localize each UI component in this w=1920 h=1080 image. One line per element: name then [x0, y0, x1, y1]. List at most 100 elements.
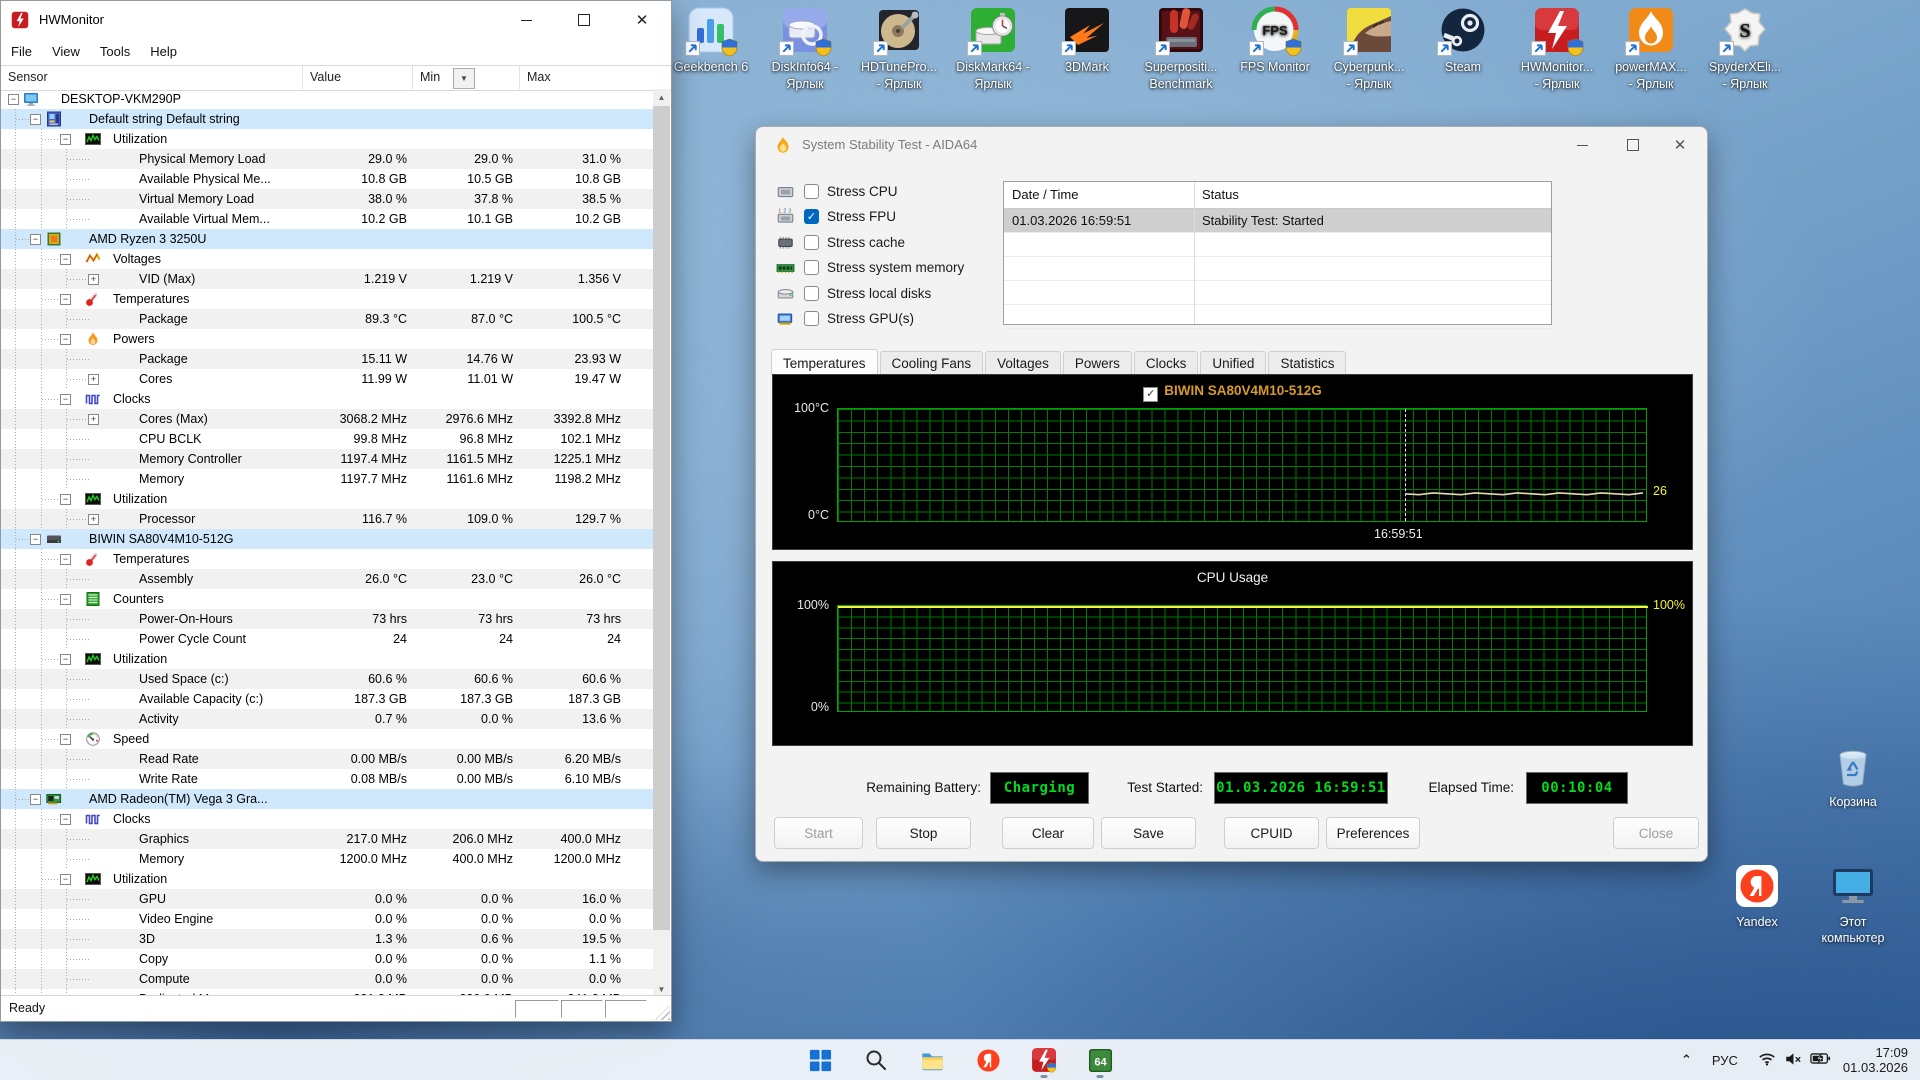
- stress-option-stress-fpu[interactable]: 123 ✓ Stress FPU: [776, 205, 896, 229]
- clock[interactable]: 17:09 01.03.2026: [1843, 1045, 1914, 1075]
- collapse-toggle-icon[interactable]: −: [60, 394, 71, 405]
- sensor-group-row[interactable]: −BIWIN SA80V4M10-512G: [1, 529, 655, 549]
- checkbox[interactable]: [804, 184, 819, 199]
- collapse-toggle-icon[interactable]: −: [60, 594, 71, 605]
- desktop-icon-cyberpunk[interactable]: Cyberpunk... - Ярлык: [1322, 6, 1416, 93]
- collapse-toggle-icon[interactable]: −: [60, 654, 71, 665]
- aida64-titlebar[interactable]: System Stability Test - AIDA64 ✕: [756, 127, 1707, 163]
- vertical-scrollbar[interactable]: ▲ ▼: [653, 89, 670, 998]
- sensor-row[interactable]: GPU0.0 %0.0 %16.0 %: [1, 889, 655, 909]
- tab-cooling-fans[interactable]: Cooling Fans: [880, 351, 984, 375]
- desktop-icon-powermax[interactable]: powerMAX... - Ярлык: [1604, 6, 1698, 93]
- stress-option-stress-cpu[interactable]: Stress CPU: [776, 179, 898, 203]
- sensor-row[interactable]: Graphics217.0 MHz206.0 MHz400.0 MHz: [1, 829, 655, 849]
- sensor-row[interactable]: Video Engine0.0 %0.0 %0.0 %: [1, 909, 655, 929]
- desktop-icon-threedmark[interactable]: 3DMark: [1040, 6, 1134, 93]
- header-dropdown-button[interactable]: ▼: [453, 68, 475, 89]
- sensor-group-row[interactable]: −Counters: [1, 589, 655, 609]
- sensor-row[interactable]: 3D1.3 %0.6 %19.5 %: [1, 929, 655, 949]
- scrollbar-thumb[interactable]: [653, 106, 670, 930]
- sensor-row[interactable]: Memory1197.7 MHz1161.6 MHz1198.2 MHz: [1, 469, 655, 489]
- sensor-row[interactable]: Used Space (c:)60.6 %60.6 %60.6 %: [1, 669, 655, 689]
- expand-toggle-icon[interactable]: +: [88, 374, 99, 385]
- save-button[interactable]: Save: [1101, 817, 1196, 849]
- clear-button[interactable]: Clear: [1002, 817, 1094, 849]
- hwmonitor-titlebar[interactable]: HWMonitor ✕: [1, 1, 671, 39]
- checkbox[interactable]: [804, 235, 819, 250]
- sensor-group-row[interactable]: −Clocks: [1, 809, 655, 829]
- sensor-row[interactable]: Assembly26.0 °C23.0 °C26.0 °C: [1, 569, 655, 589]
- stop-button[interactable]: Stop: [876, 817, 971, 849]
- tab-statistics[interactable]: Statistics: [1268, 351, 1346, 375]
- desktop-icon-steam[interactable]: Steam: [1416, 6, 1510, 93]
- sensor-group-row[interactable]: −Temperatures: [1, 549, 655, 569]
- sensor-group-row[interactable]: −Clocks: [1, 389, 655, 409]
- stress-option-stress-system-memory[interactable]: Stress system memory: [776, 256, 964, 280]
- sensor-row[interactable]: Virtual Memory Load38.0 %37.8 %38.5 %: [1, 189, 655, 209]
- collapse-toggle-icon[interactable]: −: [60, 874, 71, 885]
- checkbox[interactable]: [804, 260, 819, 275]
- sensor-group-row[interactable]: −Temperatures: [1, 289, 655, 309]
- tab-unified[interactable]: Unified: [1200, 351, 1266, 375]
- desktop-icon-superposition[interactable]: Superpositi... Benchmark: [1134, 6, 1228, 93]
- start-button[interactable]: Start: [774, 817, 863, 849]
- sensor-row[interactable]: Activity0.7 %0.0 %13.6 %: [1, 709, 655, 729]
- sensor-row[interactable]: Available Virtual Mem...10.2 GB10.1 GB10…: [1, 209, 655, 229]
- column-header-value[interactable]: Value: [303, 66, 413, 89]
- desktop-icon-diskmark[interactable]: DiskMark64 - Ярлык: [946, 6, 1040, 93]
- desktop-icon-this-pc[interactable]: Этот компьютер: [1807, 862, 1899, 946]
- close-button[interactable]: ✕: [613, 1, 671, 39]
- taskbar-yandex-browser-button[interactable]: [967, 1041, 1009, 1079]
- taskbar-search-button[interactable]: [855, 1041, 897, 1079]
- tab-temperatures[interactable]: Temperatures: [771, 349, 878, 375]
- expand-toggle-icon[interactable]: +: [88, 414, 99, 425]
- taskbar-explorer-button[interactable]: [911, 1041, 953, 1079]
- sensor-group-row[interactable]: −Powers: [1, 329, 655, 349]
- sensor-row[interactable]: +Cores11.99 W11.01 W19.47 W: [1, 369, 655, 389]
- collapse-toggle-icon[interactable]: −: [60, 554, 71, 565]
- collapse-toggle-icon[interactable]: −: [30, 234, 41, 245]
- collapse-toggle-icon[interactable]: −: [60, 294, 71, 305]
- collapse-toggle-icon[interactable]: −: [60, 334, 71, 345]
- desktop-icon-hdtune[interactable]: HDTunePro... - Ярлык: [852, 6, 946, 93]
- sensor-row[interactable]: Power-On-Hours73 hrs73 hrs73 hrs: [1, 609, 655, 629]
- desktop-icon-geekbench[interactable]: Geekbench 6: [664, 6, 758, 93]
- sensor-row[interactable]: Physical Memory Load29.0 %29.0 %31.0 %: [1, 149, 655, 169]
- sensor-group-row[interactable]: −Utilization: [1, 649, 655, 669]
- sensor-group-row[interactable]: −Utilization: [1, 129, 655, 149]
- taskbar-start-button[interactable]: [799, 1041, 841, 1079]
- sensor-row[interactable]: +Cores (Max)3068.2 MHz2976.6 MHz3392.8 M…: [1, 409, 655, 429]
- tray-overflow-button[interactable]: ⌃: [1673, 1042, 1700, 1078]
- sensor-row[interactable]: Read Rate0.00 MB/s0.00 MB/s6.20 MB/s: [1, 749, 655, 769]
- sensor-row[interactable]: Compute0.0 %0.0 %0.0 %: [1, 969, 655, 989]
- desktop-icon-spyder[interactable]: S SpyderXEli... - Ярлык: [1698, 6, 1792, 93]
- checkbox[interactable]: ✓: [804, 209, 819, 224]
- collapse-toggle-icon[interactable]: −: [30, 114, 41, 125]
- collapse-toggle-icon[interactable]: −: [60, 254, 71, 265]
- collapse-toggle-icon[interactable]: −: [60, 134, 71, 145]
- maximize-button[interactable]: [1610, 127, 1656, 163]
- column-header-max[interactable]: Max: [520, 66, 633, 89]
- sensor-group-row[interactable]: −Default string Default string: [1, 109, 655, 129]
- language-indicator[interactable]: РУС: [1704, 1042, 1746, 1078]
- tab-clocks[interactable]: Clocks: [1134, 351, 1199, 375]
- sensor-row[interactable]: Write Rate0.08 MB/s0.00 MB/s6.10 MB/s: [1, 769, 655, 789]
- sensor-group-row[interactable]: −DESKTOP-VKM290P: [1, 89, 655, 109]
- desktop-icon-recycle-bin[interactable]: Корзина: [1807, 742, 1899, 810]
- taskbar-hwmonitor-button[interactable]: [1023, 1041, 1065, 1079]
- stress-option-stress-cache[interactable]: Stress cache: [776, 230, 905, 254]
- cpuid-button[interactable]: CPUID: [1224, 817, 1319, 849]
- scroll-up-icon[interactable]: ▲: [653, 89, 670, 106]
- sensor-row[interactable]: Copy0.0 %0.0 %1.1 %: [1, 949, 655, 969]
- collapse-toggle-icon[interactable]: −: [30, 534, 41, 545]
- sensor-group-row[interactable]: −Voltages: [1, 249, 655, 269]
- stress-option-stress-local-disks[interactable]: Stress local disks: [776, 281, 931, 305]
- stress-option-stress-gpu-s-[interactable]: Stress GPU(s): [776, 307, 914, 331]
- log-column-datetime[interactable]: Date / Time: [1012, 182, 1078, 208]
- collapse-toggle-icon[interactable]: −: [60, 494, 71, 505]
- sensor-row[interactable]: +Processor116.7 %109.0 %129.7 %: [1, 509, 655, 529]
- close-button[interactable]: Close: [1613, 817, 1699, 849]
- minimize-button[interactable]: [497, 1, 555, 39]
- sensor-row[interactable]: Package89.3 °C87.0 °C100.5 °C: [1, 309, 655, 329]
- checkbox[interactable]: [804, 286, 819, 301]
